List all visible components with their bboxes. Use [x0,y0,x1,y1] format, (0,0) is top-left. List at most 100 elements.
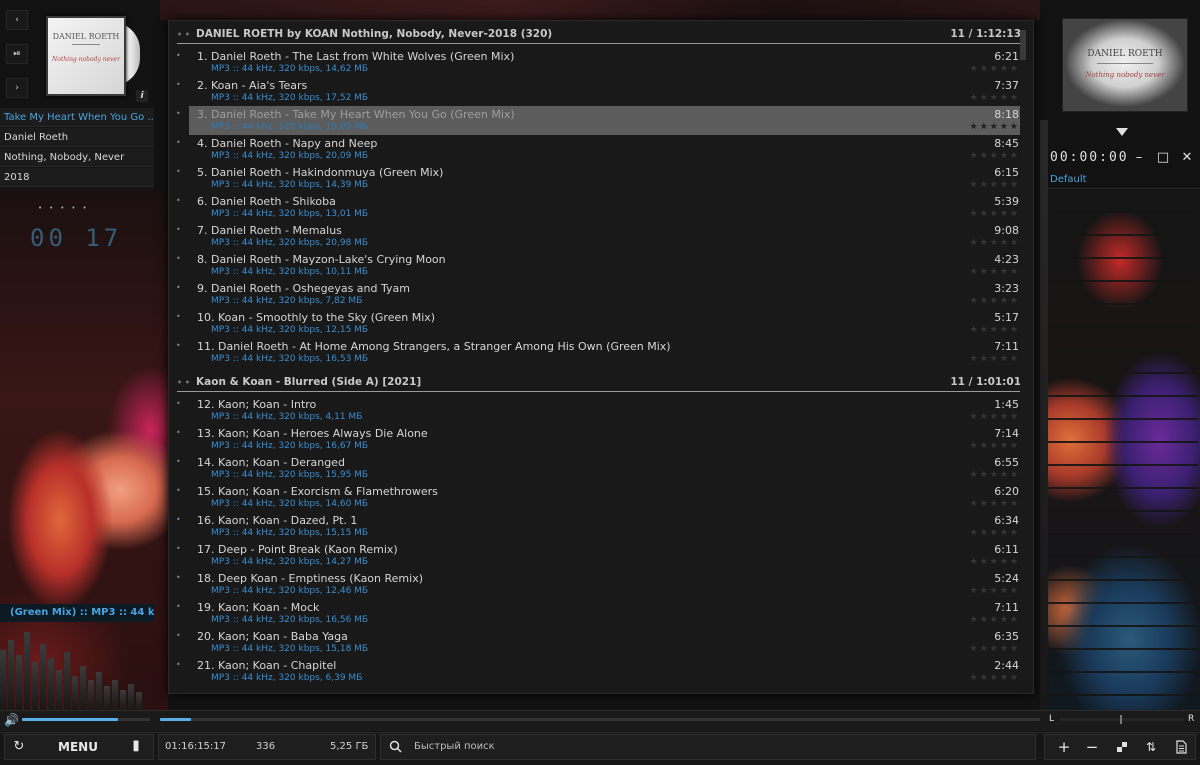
track-title: 3. Daniel Roeth - Take My Heart When You… [197,108,515,121]
maximize-button[interactable]: □ [1156,150,1170,165]
search-icon[interactable] [384,734,406,760]
track-row-selected[interactable]: • 3. Daniel Roeth - Take My Heart When Yo… [176,106,1023,135]
bullet-icon: • [176,341,181,350]
group-header[interactable]: • • Kaon & Koan - Blurred (Side A) [2021]… [177,369,1025,392]
track-format: MP3 :: 44 kHz, 320 kbps, 13,01 МБ [211,209,369,219]
track-row[interactable]: • 19. Kaon; Koan - Mock MP3 :: 44 kHz, 320… [176,599,1023,628]
track-row[interactable]: • 7. Daniel Roeth - Memalus MP3 :: 44 kHz,… [176,222,1023,251]
track-duration: 6:15 [994,166,1019,179]
playlist-scrollbar[interactable] [1020,30,1026,680]
track-row[interactable]: • 21. Kaon; Koan - Chapitel MP3 :: 44 kHz,… [176,657,1023,686]
rating-stars[interactable]: ★★★★★ [970,412,1020,422]
equalizer-bands[interactable] [1048,190,1198,710]
rating-stars[interactable]: ★★★★★ [970,354,1020,364]
track-row[interactable]: • 1. Daniel Roeth - The Last from White W… [176,48,1023,77]
group-bullet-icon: • • [177,378,191,387]
playlist-panel[interactable]: • • DANIEL ROETH by KOAN Nothing, Nobody,… [168,20,1034,694]
track-row[interactable]: • 2. Koan - Aia's Tears MP3 :: 44 kHz, 320… [176,77,1023,106]
rating-stars[interactable]: ★★★★★ [970,499,1020,509]
rating-stars[interactable]: ★★★★★ [970,615,1020,625]
spectrum-visualizer [0,630,154,710]
track-row[interactable]: • 18. Deep Koan - Emptiness (Kaon Remix) M… [176,570,1023,599]
track-row[interactable]: • 4. Daniel Roeth - Napy and Neep MP3 :: 4… [176,135,1023,164]
scrollbar-thumb[interactable] [1020,30,1026,60]
rating-stars[interactable]: ★★★★★ [970,528,1020,538]
track-title: 15. Kaon; Koan - Exorcism & Flamethrower… [197,485,438,498]
speaker-icon[interactable]: 🔊 [4,713,19,727]
track-duration: 6:21 [994,50,1019,63]
play-pause-button[interactable]: ⏯ [6,44,28,64]
sort-button[interactable]: ⇅ [1138,734,1164,760]
track-row[interactable]: • 10. Koan - Smoothly to the Sky (Green M… [176,309,1023,338]
document-icon [1175,740,1187,754]
seek-slider[interactable] [160,718,1040,721]
spectrum-bar [16,655,22,710]
track-row[interactable]: • 6. Daniel Roeth - Shikoba MP3 :: 44 kHz,… [176,193,1023,222]
group-title: Kaon & Koan - Blurred (Side A) [2021] [196,376,422,388]
info-icon[interactable]: i [136,90,148,102]
rating-stars[interactable]: ★★★★★ [970,122,1020,132]
rating-stars[interactable]: ★★★★★ [970,238,1020,248]
spectrum-bar [72,676,78,710]
spectrum-bar [0,650,6,710]
expand-down-icon[interactable] [1116,128,1128,136]
rating-stars[interactable]: ★★★★★ [970,325,1020,335]
track-row[interactable]: • 14. Kaon; Koan - Deranged MP3 :: 44 kHz,… [176,454,1023,483]
bullet-icon: • [176,631,181,640]
repeat-button[interactable]: ↻ [8,734,30,760]
track-title: 12. Kaon; Koan - Intro [197,398,317,411]
group-header[interactable]: • • DANIEL ROETH by KOAN Nothing, Nobody,… [177,21,1025,44]
visualizer-button[interactable]: ▐▌ [124,734,146,760]
track-row[interactable]: • 15. Kaon; Koan - Exorcism & Flamethrowe… [176,483,1023,512]
rating-stars[interactable]: ★★★★★ [970,64,1020,74]
rating-stars[interactable]: ★★★★★ [970,209,1020,219]
now-playing-title: Take My Heart When You Go ... [0,108,154,127]
rating-stars[interactable]: ★★★★★ [970,586,1020,596]
rating-stars[interactable]: ★★★★★ [970,557,1020,567]
rating-stars[interactable]: ★★★★★ [970,644,1020,654]
balance-knob[interactable] [1120,715,1122,724]
spectrum-bar [64,652,70,710]
spectrum-bar [40,644,46,710]
track-row[interactable]: • 11. Daniel Roeth - At Home Among Strang… [176,338,1023,367]
quick-search-input[interactable]: Быстрый поиск [414,741,495,752]
next-track-button[interactable]: › [6,78,28,98]
track-info-marquee: (Green Mix) :: MP3 :: 44 kHz, [0,604,154,622]
rating-stars[interactable]: ★★★★★ [970,470,1020,480]
album-cover-large[interactable]: DANIEL ROETH Nothing nobody never [1062,18,1188,112]
track-format: MP3 :: 44 kHz, 320 kbps, 15,18 МБ [211,644,369,654]
rating-stars[interactable]: ★★★★★ [970,673,1020,683]
track-row[interactable]: • 17. Deep - Point Break (Kaon Remix) MP3 … [176,541,1023,570]
now-playing-year: 2018 [0,168,154,187]
balance-slider[interactable] [1060,715,1184,724]
track-row[interactable]: • 12. Kaon; Koan - Intro MP3 :: 44 kHz, 32… [176,396,1023,425]
rating-stars[interactable]: ★★★★★ [970,151,1020,161]
rating-stars[interactable]: ★★★★★ [970,441,1020,451]
track-duration: 4:23 [994,253,1019,266]
close-button[interactable]: ✕ [1180,150,1194,165]
volume-slider[interactable] [22,718,150,721]
bullet-icon: • [176,167,181,176]
prev-track-button[interactable]: ‹ [6,10,28,30]
track-duration: 5:39 [994,195,1019,208]
track-row[interactable]: • 8. Daniel Roeth - Mayzon-Lake's Crying … [176,251,1023,280]
minimize-button[interactable]: – [1132,150,1146,165]
menu-button[interactable]: MENU [48,734,108,760]
spectrum-bar [112,680,118,710]
rating-stars[interactable]: ★★★★★ [970,180,1020,190]
remove-button[interactable]: − [1080,734,1104,760]
rating-stars[interactable]: ★★★★★ [970,267,1020,277]
track-row[interactable]: • 20. Kaon; Koan - Baba Yaga MP3 :: 44 kHz… [176,628,1023,657]
track-row[interactable]: • 5. Daniel Roeth - Hakindonmuya (Green M… [176,164,1023,193]
equalizer-preset[interactable]: Default [1048,172,1200,189]
album-cover-thumbnail[interactable]: DANIEL ROETH Nothing nobody never [46,16,126,96]
track-row[interactable]: • 13. Kaon; Koan - Heroes Always Die Alon… [176,425,1023,454]
track-row[interactable]: • 16. Kaon; Koan - Dazed, Pt. 1 MP3 :: 44 … [176,512,1023,541]
cover-handwriting: Nothing nobody never [1085,71,1165,79]
file-button[interactable] [1170,734,1192,760]
crop-button[interactable] [1110,734,1134,760]
rating-stars[interactable]: ★★★★★ [970,296,1020,306]
track-row[interactable]: • 9. Daniel Roeth - Oshegeyas and Tyam MP3… [176,280,1023,309]
add-button[interactable]: + [1052,734,1076,760]
rating-stars[interactable]: ★★★★★ [970,93,1020,103]
